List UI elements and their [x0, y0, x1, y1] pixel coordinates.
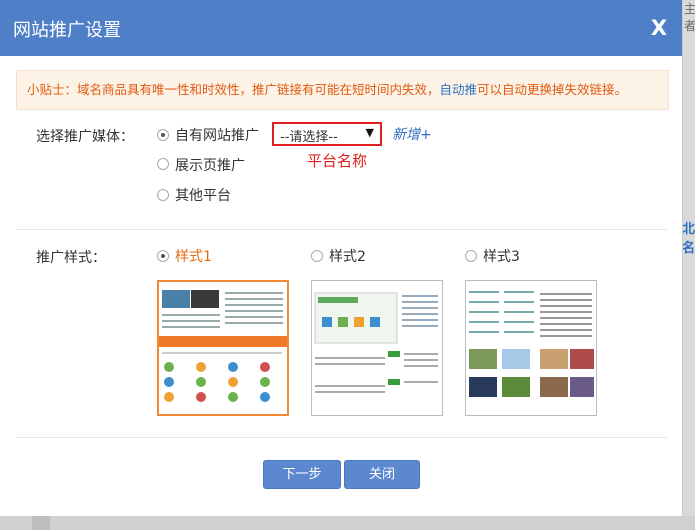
media-label: 选择推广媒体： — [36, 129, 134, 145]
dialog-header: 网站推广设置 X — [0, 0, 682, 56]
platform-select-value: --请选择-- — [280, 130, 338, 145]
next-step-button[interactable]: 下一步 — [263, 460, 341, 489]
section-divider — [16, 229, 667, 230]
background-right-text: 主者 — [684, 2, 695, 33]
dialog-title: 网站推广设置 — [13, 20, 121, 41]
radio-style-2[interactable] — [311, 250, 323, 262]
add-platform-link[interactable]: 新增+ — [392, 124, 432, 144]
tip-suffix: 可以自动更换掉失效链接。 — [477, 82, 628, 97]
option-own-site-label: 自有网站推广 — [175, 128, 259, 144]
style-1-label: 样式1 — [175, 249, 212, 265]
option-showcase-label: 展示页推广 — [175, 158, 245, 174]
radio-own-site[interactable] — [157, 129, 169, 141]
style-1-thumbnail[interactable] — [157, 280, 289, 416]
style-2-label: 样式2 — [329, 249, 366, 265]
tip-prefix: 小贴士：域名商品具有唯一性和时效性，推广链接有可能在短时间内失效， — [27, 82, 440, 97]
radio-showcase-page[interactable] — [157, 158, 169, 170]
style-3-preview-image — [466, 281, 596, 415]
promotion-settings-dialog: 网站推广设置 X 小贴士：域名商品具有唯一性和时效性，推广链接有可能在短时间内失… — [0, 0, 683, 516]
platform-select[interactable]: --请选择-- ▼ — [272, 122, 382, 146]
close-button[interactable]: 关闭 — [344, 460, 420, 489]
background-right-link: 北名 — [682, 222, 695, 256]
close-icon[interactable]: X — [648, 14, 670, 42]
radio-other-platform[interactable] — [157, 189, 169, 201]
background-right-strip — [682, 0, 695, 530]
auto-push-link[interactable]: 自动推 — [440, 82, 478, 97]
radio-style-3[interactable] — [465, 250, 477, 262]
platform-name-annotation: 平台名称 — [307, 152, 368, 170]
style-1-preview-image — [159, 282, 287, 414]
background-bottom-block — [32, 516, 50, 530]
style-label: 推广样式： — [36, 250, 106, 266]
footer-divider — [16, 437, 667, 438]
style-3-thumbnail[interactable] — [465, 280, 597, 416]
option-other-label: 其他平台 — [175, 188, 231, 204]
style-3-label: 样式3 — [483, 249, 520, 265]
background-bottom-strip — [0, 516, 695, 530]
tip-banner: 小贴士：域名商品具有唯一性和时效性，推广链接有可能在短时间内失效，自动推可以自动… — [16, 70, 669, 110]
style-2-preview-image — [312, 281, 442, 415]
radio-style-1[interactable] — [157, 250, 169, 262]
chevron-down-icon: ▼ — [365, 126, 374, 139]
style-2-thumbnail[interactable] — [311, 280, 443, 416]
